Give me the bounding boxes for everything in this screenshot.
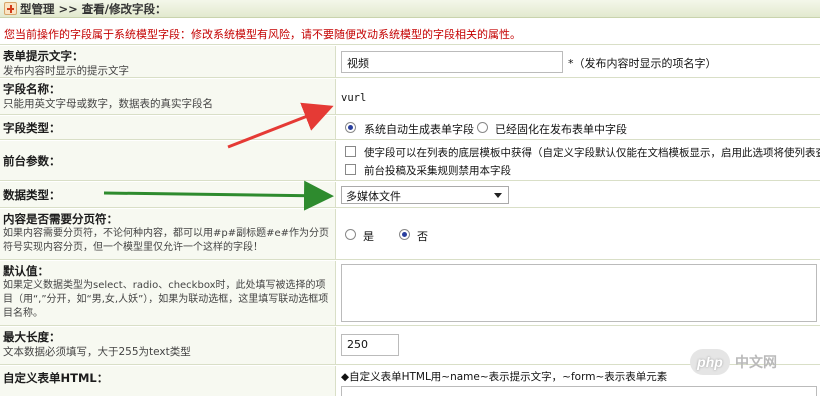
field-type-label: 字段类型：: [3, 121, 61, 135]
prompt-label: 表单提示文字：: [3, 49, 84, 63]
list-template-label: 使字段可以在列表的底层模板中获得（自定义字段默认仅能在文档模板显示，启用此选项将…: [364, 147, 820, 159]
field-name-desc: 只能用英文字母或数字，数据表的真实字段名: [3, 98, 213, 110]
row-default-value: 默认值： 如果定义数据类型为select、radio、checkbox时，此处填…: [0, 261, 820, 326]
warning-message: 您当前操作的字段属于系统模型字段：修改系统模型有风险，请不要随便改动系统模型的字…: [0, 19, 820, 45]
row-paging: 内容是否需要分页符： 如果内容需要分页符，不论何种内容，都可以用#p#副标题#e…: [0, 209, 820, 260]
field-name-label: 字段名称：: [3, 82, 61, 96]
watermark-text: 中文网: [735, 355, 777, 371]
paging-yes-label: 是: [363, 230, 374, 243]
row-field-name: 字段名称： 只能用英文字母或数字，数据表的真实字段名 vurl: [0, 79, 820, 115]
max-length-input[interactable]: 250: [341, 334, 399, 356]
custom-html-note: ◆自定义表单HTML用~name~表示提示文字，~form~表示表单元素: [341, 371, 668, 383]
paging-yes-radio[interactable]: [345, 229, 356, 240]
disable-submit-label: 前台投稿及采集规则禁用本字段: [364, 165, 511, 177]
page-header: 型管理 >> 查看/修改字段：: [0, 0, 820, 18]
data-type-selected: 多媒体文件: [346, 190, 401, 203]
custom-html-textarea[interactable]: [341, 386, 817, 396]
custom-html-label: 自定义表单HTML：: [3, 371, 109, 385]
max-length-desc: 文本数据必须填写，大于255为text类型: [3, 346, 191, 358]
list-template-checkbox[interactable]: [345, 146, 356, 157]
paging-no-radio[interactable]: [399, 229, 410, 240]
prompt-desc: 发布内容时显示的提示文字: [3, 65, 129, 77]
default-textarea[interactable]: [341, 264, 817, 322]
paging-label: 内容是否需要分页符：: [3, 212, 118, 226]
disable-submit-checkbox[interactable]: [345, 164, 356, 175]
plus-icon: [4, 2, 17, 15]
default-label: 默认值：: [3, 264, 49, 278]
paging-desc: 如果内容需要分页符，不论何种内容，都可以用#p#副标题#e#作为分页符号实现内容…: [3, 228, 330, 253]
row-prompt-text: 表单提示文字： 发布内容时显示的提示文字 视频 *（发布内容时显示的项名字）: [0, 46, 820, 78]
watermark: php 中文网: [690, 347, 815, 377]
prompt-input[interactable]: 视频: [341, 51, 563, 73]
max-length-label: 最大长度：: [3, 330, 61, 344]
data-type-select[interactable]: 多媒体文件: [341, 186, 509, 204]
default-desc: 如果定义数据类型为select、radio、checkbox时，此处填写被选择的…: [3, 280, 329, 319]
frontend-label: 前台参数：: [3, 154, 61, 168]
data-type-label: 数据类型：: [3, 188, 61, 202]
chevron-down-icon: [494, 193, 502, 198]
page-title: 型管理 >> 查看/修改字段：: [20, 1, 167, 16]
php-logo-icon: php: [690, 349, 730, 375]
row-frontend-params: 前台参数： 使字段可以在列表的底层模板中获得（自定义字段默认仅能在文档模板显示，…: [0, 141, 820, 181]
row-data-type: 数据类型： 多媒体文件: [0, 182, 820, 208]
field-name-value: vurl: [341, 92, 367, 104]
field-type-auto-radio[interactable]: [345, 122, 356, 133]
field-type-auto-label: 系统自动生成表单字段: [364, 123, 474, 136]
row-field-type: 字段类型： 系统自动生成表单字段 已经固化在发布表单中字段: [0, 116, 820, 140]
field-type-fixed-radio[interactable]: [477, 122, 488, 133]
field-type-fixed-label: 已经固化在发布表单中字段: [495, 123, 627, 136]
paging-no-label: 否: [417, 230, 428, 243]
prompt-note: *（发布内容时显示的项名字）: [568, 57, 717, 70]
